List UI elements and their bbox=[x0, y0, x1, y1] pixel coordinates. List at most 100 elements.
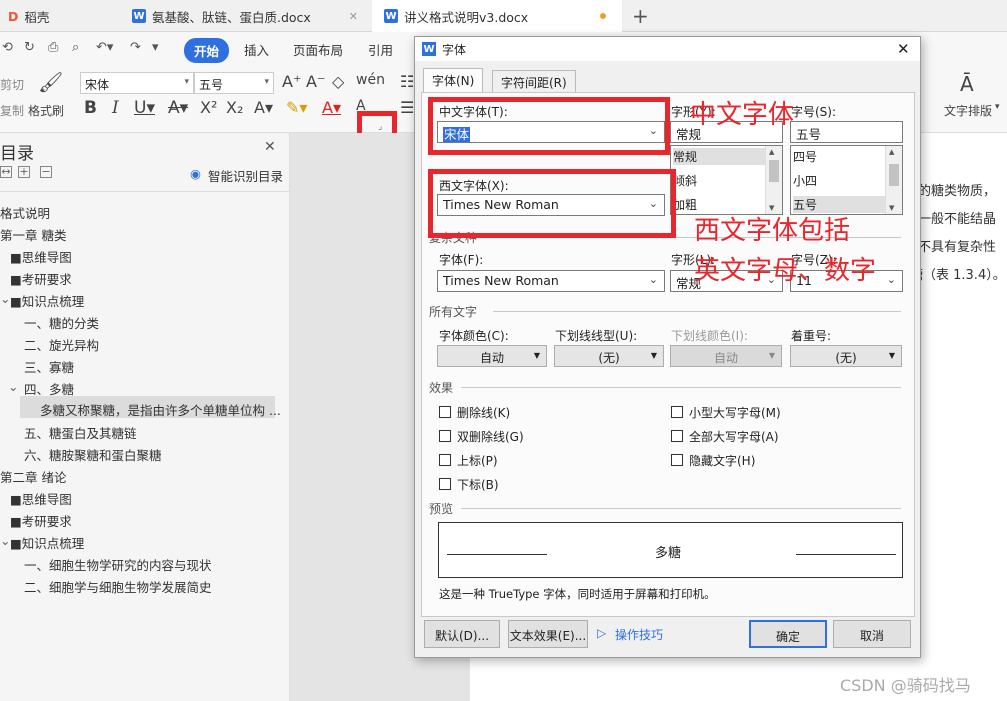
expand-arrow-icon[interactable]: ⌄ bbox=[0, 291, 10, 306]
smart-toc-button[interactable]: 智能识别目录 bbox=[208, 166, 283, 185]
italic-icon[interactable]: I bbox=[112, 98, 119, 118]
list-item[interactable]: 小四 bbox=[793, 172, 817, 189]
close-icon[interactable]: ✕ bbox=[349, 10, 358, 23]
tab-font[interactable]: 字体(N) bbox=[423, 68, 484, 92]
tab-doc-format[interactable]: W 讲义格式说明v3.docx bbox=[372, 0, 622, 32]
scroll-up-icon[interactable]: ▲ bbox=[769, 148, 774, 156]
nav-item[interactable]: 四、多糖 bbox=[24, 379, 74, 398]
font-size-select[interactable]: 五号 ▾ bbox=[194, 72, 274, 94]
tab-daoke[interactable]: D 稻壳 bbox=[0, 0, 120, 32]
expand-arrow-icon[interactable]: ⌄ bbox=[0, 533, 10, 548]
nav-item[interactable]: 二、旋光异构 bbox=[24, 335, 99, 354]
undo-history-icon[interactable]: ⟲ bbox=[2, 40, 13, 55]
scrollbar[interactable]: ▲ ▼ bbox=[765, 146, 782, 214]
ok-button[interactable]: 确定 bbox=[749, 620, 827, 648]
menu-reference[interactable]: 引用 bbox=[368, 40, 393, 59]
font-name-select[interactable]: 宋体 ▾ bbox=[80, 72, 194, 94]
align-icon[interactable]: ☰ bbox=[400, 98, 414, 117]
scroll-down-icon[interactable]: ▼ bbox=[889, 204, 894, 212]
pinyin-icon[interactable]: wén bbox=[356, 72, 385, 88]
bold-icon[interactable]: B bbox=[84, 98, 97, 118]
nav-item[interactable]: 一、糖的分类 bbox=[24, 313, 99, 332]
small-caps-checkbox[interactable] bbox=[671, 406, 683, 418]
redo2-icon[interactable]: ↷ bbox=[130, 40, 141, 55]
redo-icon[interactable]: ↻ bbox=[24, 40, 35, 55]
format-painter-button[interactable]: 格式刷 bbox=[28, 102, 64, 119]
scrollbar-thumb[interactable] bbox=[769, 160, 779, 182]
menu-insert[interactable]: 插入 bbox=[244, 40, 269, 59]
list-icon[interactable]: ☷ bbox=[400, 72, 414, 91]
expand-arrow-icon[interactable]: ⌄ bbox=[8, 379, 18, 394]
nav-item[interactable]: 格式说明 bbox=[0, 203, 50, 222]
text-effect-icon[interactable]: A▾ bbox=[254, 98, 273, 117]
nav-item[interactable]: 五、糖蛋白及其糖链 bbox=[24, 423, 137, 442]
subscript-icon[interactable]: X₂ bbox=[226, 98, 243, 117]
text-layout-icon[interactable]: Ā bbox=[960, 72, 974, 96]
underline-select[interactable]: (无) ▼ bbox=[554, 345, 664, 367]
close-icon[interactable]: ✕ bbox=[897, 40, 910, 58]
copy-button[interactable]: 复制 bbox=[0, 102, 24, 119]
font-color-icon[interactable]: A▾ bbox=[322, 98, 341, 117]
underline-icon[interactable]: U▾ bbox=[134, 98, 155, 118]
strikethrough-icon[interactable]: A▾ bbox=[168, 98, 188, 118]
cancel-button[interactable]: 取消 bbox=[833, 620, 911, 648]
nav-item[interactable]: ■思维导图 bbox=[10, 247, 72, 266]
close-icon[interactable]: ✕ bbox=[264, 139, 276, 155]
text-layout-button[interactable]: 文字排版 bbox=[944, 102, 992, 119]
scrollbar-thumb[interactable] bbox=[889, 164, 899, 186]
nav-item[interactable]: ■知识点梳理 bbox=[10, 291, 84, 310]
nav-item[interactable]: ■知识点梳理 bbox=[10, 533, 84, 552]
emphasis-select[interactable]: (无) ▼ bbox=[790, 345, 902, 367]
superscript-checkbox[interactable] bbox=[439, 454, 451, 466]
highlight-icon[interactable]: ✎▾ bbox=[286, 98, 307, 117]
scrollbar[interactable]: ▲ ▼ bbox=[885, 146, 902, 214]
superscript-icon[interactable]: X² bbox=[200, 98, 217, 117]
format-painter-icon[interactable]: 🖌 bbox=[38, 70, 63, 94]
menu-start[interactable]: 开始 bbox=[184, 38, 230, 63]
new-tab-button[interactable]: + bbox=[632, 4, 649, 28]
nav-item[interactable]: 六、糖胺聚糖和蛋白聚糖 bbox=[24, 445, 162, 464]
nav-item[interactable]: ■考研要求 bbox=[10, 269, 72, 288]
nav-item[interactable]: ■思维导图 bbox=[10, 489, 72, 508]
nav-item[interactable]: 二、细胞学与细胞生物学发展简史 bbox=[24, 577, 212, 596]
list-item[interactable]: 倾斜 bbox=[673, 172, 697, 189]
list-item[interactable]: 常规 bbox=[673, 148, 765, 165]
tips-link[interactable]: 操作技巧 bbox=[615, 626, 663, 643]
cut-button[interactable]: 剪切 bbox=[0, 76, 24, 93]
more-icon[interactable]: ▾ bbox=[152, 40, 159, 55]
complex-font-select[interactable]: Times New Roman ⌄ bbox=[437, 270, 665, 292]
nav-item[interactable]: 一、细胞生物学研究的内容与现状 bbox=[24, 555, 212, 574]
hidden-text-checkbox[interactable] bbox=[671, 454, 683, 466]
nav-item[interactable]: ■考研要求 bbox=[10, 511, 72, 530]
size-input[interactable]: 五号 bbox=[790, 121, 903, 143]
default-button[interactable]: 默认(D)... bbox=[424, 620, 500, 648]
collapse-icon[interactable]: ↔ bbox=[0, 166, 12, 178]
undo-icon[interactable]: ↶▾ bbox=[96, 40, 113, 55]
list-item[interactable]: 四号 bbox=[793, 148, 817, 165]
remove-heading-icon[interactable]: − bbox=[40, 166, 52, 178]
shrink-font-icon[interactable]: A⁻ bbox=[306, 72, 325, 91]
add-heading-icon[interactable]: + bbox=[18, 166, 30, 178]
font-color-select[interactable]: 自动 ▼ bbox=[437, 345, 547, 367]
print-icon[interactable]: ⎙ bbox=[48, 40, 58, 55]
nav-item[interactable]: 三、寡糖 bbox=[24, 357, 74, 376]
style-list[interactable]: 常规 倾斜 加粗 ▲ ▼ bbox=[670, 145, 783, 215]
smart-toc-icon[interactable]: ◉ bbox=[190, 166, 201, 181]
tab-doc-amino[interactable]: W 氨基酸、肽链、蛋白质.docx ✕ bbox=[120, 0, 370, 32]
text-effect-button[interactable]: 文本效果(E)... bbox=[508, 620, 588, 648]
menu-page-layout[interactable]: 页面布局 bbox=[293, 40, 343, 59]
grow-font-icon[interactable]: A⁺ bbox=[282, 72, 301, 91]
clear-format-icon[interactable]: ◇ bbox=[332, 72, 344, 91]
nav-item[interactable]: 第二章 绪论 bbox=[0, 467, 66, 486]
play-circle-icon[interactable]: ▷ bbox=[597, 626, 606, 640]
tab-char-spacing[interactable]: 字符间距(R) bbox=[492, 70, 576, 92]
nav-item[interactable]: 第一章 糖类 bbox=[0, 225, 66, 244]
scroll-up-icon[interactable]: ▲ bbox=[889, 148, 894, 156]
all-caps-checkbox[interactable] bbox=[671, 430, 683, 442]
strikethrough-checkbox[interactable] bbox=[439, 406, 451, 418]
preview-icon[interactable]: ⌕ bbox=[72, 40, 79, 55]
subscript-checkbox[interactable] bbox=[439, 478, 451, 490]
size-list[interactable]: 四号 小四 五号 ▲ ▼ bbox=[790, 145, 903, 215]
double-strikethrough-checkbox[interactable] bbox=[439, 430, 451, 442]
nav-item-selected[interactable]: 多糖又称聚糖，是指由许多个单糖单位构 ... bbox=[40, 400, 281, 419]
